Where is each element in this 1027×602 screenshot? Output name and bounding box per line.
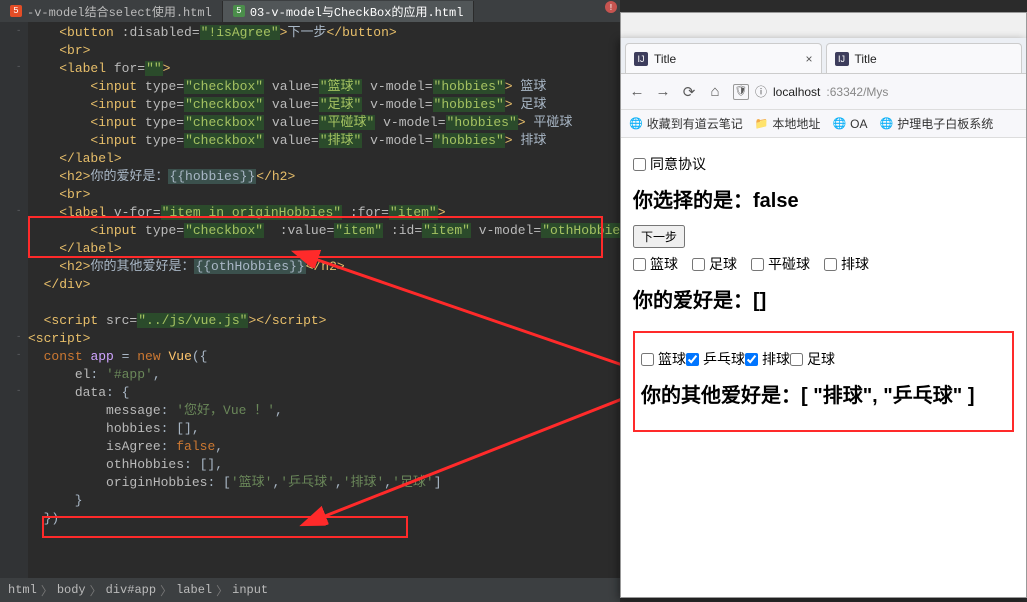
breadcrumb-item[interactable]: body — [57, 583, 86, 597]
other-hobby-checkbox[interactable]: 篮球 — [641, 349, 686, 369]
close-icon[interactable]: × — [805, 52, 812, 66]
info-icon[interactable]: ⓘ — [755, 83, 767, 100]
bookmark-item[interactable]: 🌐OA — [832, 117, 867, 131]
editor-gutter: ------ — [0, 22, 28, 578]
bookmark-item[interactable]: 🌐护理电子白板系统 — [879, 115, 993, 132]
favicon-icon: IJ — [835, 52, 849, 66]
hobby-checkbox[interactable]: 篮球 — [633, 254, 692, 274]
hobby-checkbox[interactable]: 排球 — [824, 254, 883, 274]
other-hobby-checkbox[interactable]: 足球 — [790, 349, 835, 369]
breadcrumb-item[interactable]: html — [8, 583, 37, 597]
other-hobby-checkbox[interactable]: 乒乓球 — [686, 349, 745, 369]
back-icon[interactable]: ← — [629, 83, 645, 100]
breadcrumb-item[interactable]: label — [176, 583, 212, 597]
other-hobbies-row: 篮球 乒乓球 排球 足球 — [641, 349, 1006, 369]
other-hobby-checkbox[interactable]: 排球 — [745, 349, 790, 369]
breadcrumb-item[interactable]: input — [232, 583, 268, 597]
shield-icon[interactable]: 🛡 — [733, 84, 749, 100]
address-bar[interactable]: 🛡 ⓘ localhost :63342/Mys — [733, 83, 1018, 100]
bookmark-item[interactable]: 📁本地地址 — [755, 115, 821, 132]
agree-checkbox[interactable]: 同意协议 — [633, 154, 706, 174]
choice-heading: 你选择的是：false — [633, 184, 1014, 213]
html-icon: 5 — [233, 5, 245, 17]
browser-tab[interactable]: IJ Title — [826, 43, 1023, 73]
breadcrumb-item[interactable]: div#app — [106, 583, 156, 597]
forward-icon[interactable]: → — [655, 83, 671, 100]
hobby-heading: 你的爱好是：[] — [633, 284, 1014, 313]
other-heading: 你的其他爱好是：[ "排球", "乒乓球" ] — [641, 379, 1006, 408]
bookmark-item[interactable]: 🌐收藏到有道云笔记 — [629, 115, 743, 132]
url-rest: :63342/Mys — [826, 85, 888, 99]
home-icon[interactable]: ⌂ — [707, 83, 723, 100]
url-host: localhost — [773, 85, 820, 99]
editor-tabs: 5-v-model结合select使用.html 503-v-model与Che… — [0, 0, 620, 22]
editor-tab-active[interactable]: 503-v-model与CheckBox的应用.html — [223, 1, 475, 22]
browser-tab-title: Title — [855, 52, 877, 66]
editor-tab[interactable]: 5-v-model结合select使用.html — [0, 1, 223, 22]
breadcrumbs: html〉body〉div#app〉label〉input — [0, 578, 620, 602]
browser-window: IJ Title × IJ Title ← → ⟳ ⌂ 🛡 ⓘ localhos… — [620, 38, 1027, 598]
reload-icon[interactable]: ⟳ — [681, 83, 697, 101]
code-editor: 5-v-model结合select使用.html 503-v-model与Che… — [0, 0, 620, 602]
hobby-checkbox[interactable]: 足球 — [692, 254, 751, 274]
html-icon: 5 — [10, 5, 22, 17]
browser-tab-title: Title — [654, 52, 676, 66]
next-button[interactable]: 下一步 — [633, 225, 685, 248]
browser-nav: ← → ⟳ ⌂ 🛡 ⓘ localhost :63342/Mys — [621, 74, 1026, 110]
bookmarks-bar: 🌐收藏到有道云笔记 📁本地地址 🌐OA 🌐护理电子白板系统 — [621, 110, 1026, 138]
page-content: 同意协议 你选择的是：false 下一步 篮球 足球 平碰球 排球 你的爱好是：… — [621, 138, 1026, 597]
svg-text:!: ! — [608, 3, 613, 13]
browser-tab[interactable]: IJ Title × — [625, 43, 822, 73]
highlight-page-box: 篮球 乒乓球 排球 足球 你的其他爱好是：[ "排球", "乒乓球" ] — [633, 331, 1014, 432]
code-area[interactable]: <button :disabled="!isAgree">下一步</button… — [28, 22, 620, 578]
browser-titlebar — [620, 12, 1027, 38]
favicon-icon: IJ — [634, 52, 648, 66]
hobbies-row: 篮球 足球 平碰球 排球 — [633, 254, 1014, 274]
error-badge-icon: ! — [604, 0, 618, 14]
hobby-checkbox[interactable]: 平碰球 — [751, 254, 824, 274]
browser-tabs: IJ Title × IJ Title — [621, 38, 1026, 74]
